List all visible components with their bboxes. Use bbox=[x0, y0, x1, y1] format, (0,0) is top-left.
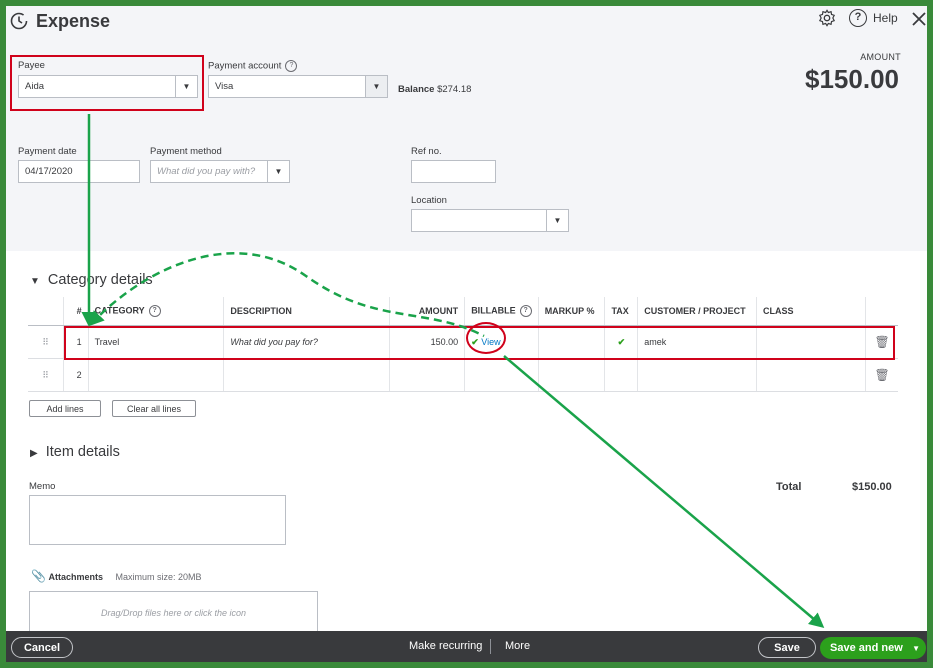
payment-account-value: Visa bbox=[215, 81, 234, 92]
row-amount[interactable] bbox=[389, 358, 466, 392]
total-label: Total bbox=[776, 481, 802, 493]
col-description[interactable]: DESCRIPTION bbox=[223, 297, 390, 326]
save-button[interactable]: Save bbox=[758, 637, 816, 658]
info-icon[interactable]: ? bbox=[519, 305, 532, 317]
payment-date-field[interactable]: 04/17/2020 bbox=[18, 160, 140, 183]
gear-icon[interactable] bbox=[818, 9, 836, 27]
annotation-billable-circle bbox=[466, 322, 506, 354]
payment-account-label: Payment account? bbox=[208, 60, 298, 72]
table-row[interactable]: ⠿ 2 🗑 bbox=[28, 358, 898, 392]
footer-divider bbox=[490, 639, 491, 654]
col-tax[interactable]: TAX bbox=[604, 297, 639, 326]
col-customer[interactable]: CUSTOMER / PROJECT bbox=[637, 297, 758, 326]
amount-label: AMOUNT bbox=[860, 52, 901, 62]
chevron-down-icon[interactable]: ▼ bbox=[365, 76, 387, 97]
memo-field[interactable] bbox=[29, 495, 286, 545]
make-recurring-button[interactable]: Make recurring bbox=[409, 640, 482, 652]
col-drag bbox=[28, 297, 65, 326]
recent-transactions-icon[interactable] bbox=[9, 11, 29, 31]
category-details-heading[interactable]: ▼ Category details bbox=[30, 272, 153, 288]
ref-no-label: Ref no. bbox=[411, 146, 442, 157]
payment-date-label: Payment date bbox=[18, 146, 77, 157]
ref-no-field[interactable] bbox=[411, 160, 496, 183]
total-value: $150.00 bbox=[852, 481, 892, 493]
col-num: # bbox=[63, 297, 89, 326]
row-description[interactable] bbox=[223, 358, 390, 392]
row-billable[interactable] bbox=[464, 358, 539, 392]
payment-method-placeholder: What did you pay with? bbox=[157, 166, 256, 177]
col-markup[interactable]: MARKUP % bbox=[538, 297, 606, 326]
footer-bar: Cancel Make recurring More Save Save and… bbox=[6, 631, 927, 662]
item-details-heading[interactable]: ▶ Item details bbox=[30, 444, 120, 460]
annotation-payee-box bbox=[10, 55, 204, 111]
amount-value: $150.00 bbox=[805, 64, 899, 94]
chevron-down-icon[interactable]: ▼ bbox=[912, 644, 920, 653]
payment-date-value: 04/17/2020 bbox=[25, 166, 73, 177]
info-icon[interactable]: ? bbox=[285, 60, 298, 72]
row-tax[interactable] bbox=[604, 358, 639, 392]
location-select[interactable]: ▼ bbox=[411, 209, 569, 232]
help-icon[interactable]: ? bbox=[849, 9, 867, 27]
attachments-header: 📎 Attachments Maximum size: 20MB bbox=[31, 569, 202, 583]
col-amount[interactable]: AMOUNT bbox=[389, 297, 466, 326]
row-category[interactable] bbox=[88, 358, 225, 392]
chevron-down-icon[interactable]: ▼ bbox=[546, 210, 568, 231]
collapse-icon[interactable]: ▼ bbox=[30, 276, 40, 287]
help-label[interactable]: Help bbox=[873, 11, 898, 25]
clear-all-lines-button[interactable]: Clear all lines bbox=[112, 400, 196, 417]
row-customer[interactable] bbox=[637, 358, 758, 392]
paperclip-icon[interactable]: 📎 bbox=[31, 569, 46, 583]
row-markup[interactable] bbox=[538, 358, 606, 392]
info-icon[interactable]: ? bbox=[148, 305, 161, 317]
payment-method-select[interactable]: What did you pay with? ▼ bbox=[150, 160, 290, 183]
close-icon[interactable] bbox=[911, 11, 927, 27]
page-title: Expense bbox=[36, 11, 111, 31]
location-label: Location bbox=[411, 195, 447, 206]
row-num: 2 bbox=[63, 358, 89, 392]
chevron-down-icon[interactable]: ▼ bbox=[267, 161, 289, 182]
col-actions bbox=[865, 297, 898, 326]
balance: Balance $274.18 bbox=[398, 84, 472, 95]
add-lines-button[interactable]: Add lines bbox=[29, 400, 101, 417]
memo-label: Memo bbox=[29, 481, 56, 492]
expand-icon[interactable]: ▶ bbox=[30, 448, 38, 459]
col-billable[interactable]: BILLABLE? bbox=[464, 297, 539, 326]
more-button[interactable]: More bbox=[505, 640, 530, 652]
col-category[interactable]: CATEGORY? bbox=[88, 297, 225, 326]
col-class[interactable]: CLASS bbox=[756, 297, 867, 326]
row-class[interactable] bbox=[756, 358, 867, 392]
arrow-to-save-and-new bbox=[503, 355, 825, 628]
drag-handle-icon[interactable]: ⠿ bbox=[28, 325, 65, 359]
payment-account-select[interactable]: Visa ▼ bbox=[208, 75, 388, 98]
cancel-button[interactable]: Cancel bbox=[11, 637, 73, 658]
drag-handle-icon[interactable]: ⠿ bbox=[28, 358, 65, 392]
attachments-dropzone[interactable]: Drag/Drop files here or click the icon bbox=[29, 591, 318, 636]
trash-icon[interactable]: 🗑 bbox=[865, 358, 898, 392]
expense-window: Expense ? Help Payee Aida ▼ Payment acco… bbox=[6, 6, 927, 662]
save-and-new-button[interactable]: Save and new ▼ bbox=[820, 637, 926, 659]
payment-method-label: Payment method bbox=[150, 146, 222, 157]
table-header-row: # CATEGORY? DESCRIPTION AMOUNT BILLABLE?… bbox=[28, 297, 898, 326]
